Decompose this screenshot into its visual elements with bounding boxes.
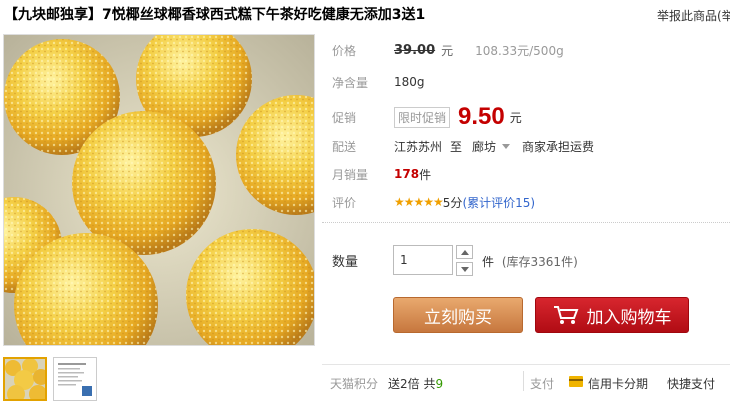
price-label: 价格 (332, 43, 357, 58)
shopping-cart-icon (553, 306, 578, 324)
points-payment-bar: 天猫积分 送2倍 共9 支付 信用卡分期 快捷支付 (322, 364, 730, 400)
reviews-link[interactable]: (累计评价15) (462, 194, 535, 211)
quantity-label: 数量 (332, 255, 359, 270)
monthly-sales-unit: 件 (419, 167, 432, 182)
points-value: 9 (435, 377, 444, 391)
ship-to-word: 至 (450, 139, 463, 154)
product-main-image[interactable] (3, 34, 315, 346)
shipping-values: 江苏苏州 至 廊坊 商家承担运费 (394, 138, 594, 155)
points-label: 天猫积分 (330, 377, 379, 391)
star-rating-icon: ★★★★★ (394, 195, 444, 209)
original-price: 39.00 (394, 42, 436, 58)
promotion-label: 促销 (332, 110, 357, 125)
ship-from: 江苏苏州 (394, 139, 443, 154)
net-weight-value: 180g (394, 75, 425, 89)
coconut-balls-photo (4, 35, 314, 345)
price-values: 39.00 元 108.33元/500g (394, 42, 564, 59)
product-title: 【九块邮独享】7悦椰丝球椰香球西式糕下午茶好吃健康无添加3送1 (4, 7, 426, 23)
quantity-decrease-button[interactable] (456, 262, 473, 276)
quick-pay-link[interactable]: 快捷支付 (667, 375, 715, 392)
quantity-input[interactable] (393, 245, 453, 275)
add-to-cart-label: 加入购物车 (586, 307, 672, 328)
points-text: 送2倍 共 (388, 377, 436, 391)
stock-info: 件 (库存3361件) (482, 253, 578, 270)
stock-count: (库存3361件) (501, 255, 578, 269)
quantity-increase-button[interactable] (456, 245, 473, 259)
thumbnail-photo (5, 359, 45, 399)
price-per-unit: 108.33元/500g (475, 43, 564, 58)
add-to-cart-button[interactable]: 加入购物车 (535, 297, 689, 333)
monthly-sales-values: 178 件 (394, 166, 431, 183)
buy-now-label: 立刻购买 (424, 307, 492, 328)
chevron-down-icon (502, 143, 511, 149)
shipping-label: 配送 (332, 139, 357, 154)
purchase-box: 数量 件 (库存3361件) 立刻购买 加入购物车 (322, 222, 730, 345)
thumbnail-1[interactable] (3, 357, 47, 401)
points-info: 送2倍 共9 (388, 375, 443, 392)
rating-score: 5分 (442, 195, 463, 210)
promotion-values: 限时促销 9.50 元 (394, 103, 522, 131)
arrow-down-icon (460, 266, 469, 272)
label-photo (54, 358, 96, 400)
divider (523, 371, 524, 391)
quantity-unit: 件 (482, 255, 495, 269)
monthly-sales-label: 月销量 (332, 167, 369, 182)
payment-label: 支付 (530, 377, 555, 391)
rating-values: ★★★★★ 5分 (累计评价15) (394, 194, 535, 211)
rating-label: 评价 (332, 195, 357, 210)
promotion-price: 9.50 (458, 103, 505, 130)
thumbnail-2[interactable] (53, 357, 97, 401)
arrow-up-icon (460, 249, 469, 255)
promotion-tag: 限时促销 (394, 106, 451, 128)
price-unit: 元 (441, 43, 454, 58)
ship-to-selector[interactable]: 廊坊 (472, 138, 511, 155)
ship-to-city: 廊坊 (472, 139, 497, 154)
shipping-fee: 商家承担运费 (522, 139, 595, 154)
credit-card-icon (569, 376, 583, 387)
report-link[interactable]: 举报此商品(举 (657, 7, 730, 24)
promotion-unit: 元 (509, 110, 522, 125)
buy-now-button[interactable]: 立刻购买 (393, 297, 523, 333)
net-weight-label: 净含量 (332, 75, 369, 90)
credit-card-installment-link[interactable]: 信用卡分期 (588, 375, 648, 392)
monthly-sales-count: 178 (394, 167, 420, 181)
